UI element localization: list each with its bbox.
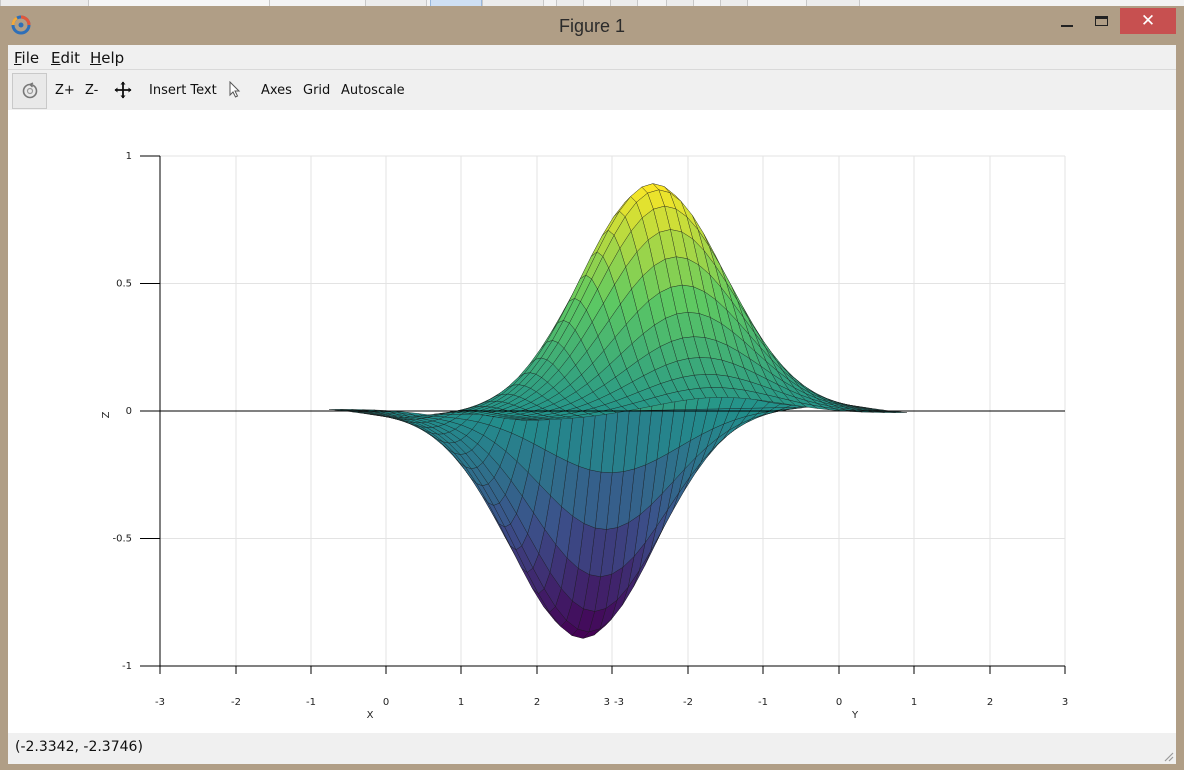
menu-file[interactable]: File bbox=[14, 49, 39, 67]
rotate-icon bbox=[22, 82, 37, 99]
x-tick-label: -3 bbox=[155, 697, 165, 708]
close-button[interactable]: ✕ bbox=[1120, 8, 1176, 34]
cursor-coordinates: (-2.3342, -2.3746) bbox=[15, 739, 143, 755]
y-tick-label: -3 bbox=[614, 697, 624, 708]
window-title: Figure 1 bbox=[558, 16, 626, 36]
x-tick-label: -1 bbox=[306, 697, 316, 708]
menu-file-hotkey: F bbox=[14, 49, 22, 67]
z-tick-label: 1 bbox=[126, 151, 132, 162]
menu-bar: File Edit Help bbox=[8, 45, 1176, 69]
window-client-area: File Edit Help Z+ Z- Insert Text Axes Gr… bbox=[8, 45, 1176, 764]
title-bar[interactable]: Figure 1 ✕ bbox=[0, 6, 1184, 45]
y-tick-label: -2 bbox=[683, 697, 693, 708]
axes-button[interactable]: Axes bbox=[261, 70, 292, 110]
select-pointer-button[interactable] bbox=[228, 70, 242, 110]
status-bar: (-2.3342, -2.3746) bbox=[8, 733, 1176, 764]
z-tick-label: -0.5 bbox=[112, 534, 132, 545]
menu-edit[interactable]: Edit bbox=[51, 49, 80, 67]
x-tick-label: 3 bbox=[604, 697, 610, 708]
y-tick-label: 3 bbox=[1062, 697, 1068, 708]
y-axis-label: Y bbox=[851, 710, 859, 721]
z-axis-label: Z bbox=[101, 411, 112, 418]
maximize-icon bbox=[1094, 16, 1108, 26]
minimize-icon bbox=[1061, 25, 1073, 27]
minimize-button[interactable] bbox=[1050, 8, 1084, 34]
close-icon: ✕ bbox=[1140, 10, 1156, 31]
z-tick-label: 0 bbox=[126, 406, 132, 417]
x-tick-label: 0 bbox=[383, 697, 389, 708]
resize-grip-icon[interactable] bbox=[1162, 750, 1174, 762]
autoscale-button[interactable]: Autoscale bbox=[341, 70, 405, 110]
x-tick-label: -2 bbox=[231, 697, 241, 708]
y-tick-label: -1 bbox=[758, 697, 768, 708]
z-tick-label: -1 bbox=[122, 661, 132, 672]
y-tick-label: 0 bbox=[836, 697, 842, 708]
pan-button[interactable] bbox=[114, 70, 132, 110]
toolbar: Z+ Z- Insert Text Axes Grid Autoscale bbox=[8, 69, 1176, 111]
grid-button[interactable]: Grid bbox=[303, 70, 330, 110]
plot-canvas[interactable]: 1 0.5 0 -0.5 -1 Z -3 -2 -1 0 1 2 3 X -3 -2 -1 0 1 2 3 Y bbox=[8, 110, 1176, 733]
surface-plot[interactable]: 1 0.5 0 -0.5 -1 Z -3 -2 -1 0 1 2 3 X -3 -2 -1 0 1 2 3 Y bbox=[8, 110, 1176, 733]
rotate-button[interactable] bbox=[12, 73, 47, 109]
menu-edit-label: dit bbox=[60, 49, 81, 67]
z-tick-label: 0.5 bbox=[116, 279, 132, 290]
menu-help-label: elp bbox=[101, 49, 125, 67]
menu-help-hotkey: H bbox=[90, 49, 102, 67]
x-axis-label: X bbox=[367, 710, 374, 721]
y-tick-label: 2 bbox=[987, 697, 993, 708]
menu-help[interactable]: Help bbox=[90, 49, 124, 67]
zoom-in-button[interactable]: Z+ bbox=[55, 70, 75, 110]
figure-window: Figure 1 ✕ File Edit Help Z+ Z- Insert T… bbox=[0, 6, 1184, 770]
y-tick-label: 1 bbox=[911, 697, 917, 708]
menu-file-label: ile bbox=[21, 49, 40, 67]
maximize-button[interactable] bbox=[1084, 8, 1118, 34]
pan-move-icon bbox=[114, 81, 132, 99]
insert-text-button[interactable]: Insert Text bbox=[149, 70, 217, 110]
x-tick-label: 2 bbox=[534, 697, 540, 708]
x-tick-label: 1 bbox=[458, 697, 464, 708]
zoom-out-button[interactable]: Z- bbox=[85, 70, 98, 110]
pointer-arrow-icon bbox=[229, 81, 241, 98]
